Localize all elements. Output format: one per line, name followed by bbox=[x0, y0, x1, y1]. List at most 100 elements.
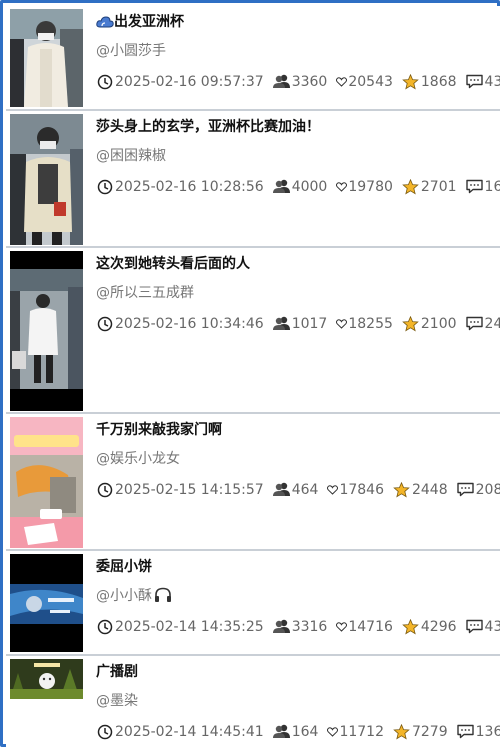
favorite-count[interactable]: 2701 bbox=[402, 178, 457, 195]
publish-time-text: 2025-02-14 14:35:25 bbox=[115, 618, 264, 635]
video-thumbnail[interactable] bbox=[10, 9, 83, 107]
video-title[interactable]: 千万别来敲我家门啊 bbox=[96, 419, 222, 439]
video-thumbnail[interactable] bbox=[10, 659, 83, 699]
publish-time: 2025-02-16 10:34:46 bbox=[96, 315, 264, 332]
publish-time-text: 2025-02-14 14:45:41 bbox=[115, 723, 264, 740]
people-icon bbox=[272, 618, 290, 635]
publish-time-text: 2025-02-16 10:34:46 bbox=[115, 315, 264, 332]
video-stats: 2025-02-14 14:45:41 164 11712 7279 1365 bbox=[96, 723, 500, 740]
comment-count-text: 1365 bbox=[475, 723, 500, 740]
author-name[interactable]: @娱乐小龙女 bbox=[96, 448, 180, 468]
watcher-count-text: 1017 bbox=[291, 315, 328, 332]
favorite-count-text: 7279 bbox=[411, 723, 448, 740]
video-thumbnail[interactable] bbox=[10, 114, 83, 245]
video-stats: 2025-02-14 14:35:25 3316 14716 4296 431 bbox=[96, 618, 500, 635]
people-icon bbox=[272, 315, 290, 332]
star-icon bbox=[393, 481, 410, 498]
author-name-text: @小小酥 bbox=[96, 588, 152, 604]
list-item[interactable]: 委屈小饼 @小小酥 2025-02-14 14:35:25 3316 14716 bbox=[6, 551, 500, 656]
publish-time-text: 2025-02-15 14:15:57 bbox=[115, 481, 264, 498]
video-stats: 2025-02-15 14:15:57 464 17846 2448 208 bbox=[96, 481, 500, 498]
watcher-count-text: 3316 bbox=[291, 618, 328, 635]
heart-icon bbox=[336, 73, 348, 90]
clock-icon bbox=[96, 481, 113, 498]
comment-count-text: 166 bbox=[484, 178, 500, 195]
favorite-count-text: 2100 bbox=[420, 315, 457, 332]
like-count-text: 11712 bbox=[339, 723, 384, 740]
comment-icon bbox=[456, 481, 474, 498]
clock-icon bbox=[96, 315, 113, 332]
cloud-icon bbox=[96, 15, 114, 33]
star-icon bbox=[402, 73, 419, 90]
like-count-text: 20543 bbox=[348, 73, 393, 90]
author-name[interactable]: @墨染 bbox=[96, 690, 138, 710]
video-thumbnail[interactable] bbox=[10, 251, 83, 411]
watcher-count: 3316 bbox=[272, 618, 328, 635]
like-count[interactable]: 20543 bbox=[336, 73, 393, 90]
comment-count[interactable]: 431 bbox=[465, 618, 500, 635]
favorite-count-text: 2448 bbox=[411, 481, 448, 498]
publish-time: 2025-02-15 14:15:57 bbox=[96, 481, 264, 498]
comment-count[interactable]: 208 bbox=[456, 481, 500, 498]
like-count[interactable]: 17846 bbox=[327, 481, 384, 498]
publish-time: 2025-02-14 14:45:41 bbox=[96, 723, 264, 740]
comment-icon bbox=[465, 73, 483, 90]
favorite-count[interactable]: 4296 bbox=[402, 618, 457, 635]
star-icon bbox=[402, 315, 419, 332]
list-item[interactable]: 千万别来敲我家门啊 @娱乐小龙女 2025-02-15 14:15:57 464… bbox=[6, 414, 500, 551]
comment-count-text: 433 bbox=[484, 73, 500, 90]
publish-time: 2025-02-14 14:35:25 bbox=[96, 618, 264, 635]
author-name[interactable]: @小圆莎手 bbox=[96, 40, 166, 60]
favorite-count[interactable]: 7279 bbox=[393, 723, 448, 740]
comment-count-text: 245 bbox=[484, 315, 500, 332]
feed-frame: 出发亚洲杯 @小圆莎手 2025-02-16 09:57:37 3360 205… bbox=[0, 0, 500, 747]
like-count[interactable]: 19780 bbox=[336, 178, 393, 195]
video-title[interactable]: 莎头身上的玄学，亚洲杯比赛加油！ bbox=[96, 116, 320, 136]
comment-count[interactable]: 166 bbox=[465, 178, 500, 195]
video-thumbnail[interactable] bbox=[10, 417, 83, 548]
video-stats: 2025-02-16 10:34:46 1017 18255 2100 245 bbox=[96, 315, 500, 332]
favorite-count[interactable]: 2448 bbox=[393, 481, 448, 498]
video-title[interactable]: 这次到她转头看后面的人 bbox=[96, 253, 250, 273]
video-title[interactable]: 委屈小饼 bbox=[96, 556, 152, 576]
like-count[interactable]: 11712 bbox=[327, 723, 384, 740]
favorite-count-text: 2701 bbox=[420, 178, 457, 195]
watcher-count: 1017 bbox=[272, 315, 328, 332]
favorite-count[interactable]: 2100 bbox=[402, 315, 457, 332]
comment-count[interactable]: 245 bbox=[465, 315, 500, 332]
clock-icon bbox=[96, 723, 113, 740]
like-count-text: 18255 bbox=[348, 315, 393, 332]
people-icon bbox=[272, 481, 290, 498]
favorite-count[interactable]: 1868 bbox=[402, 73, 457, 90]
watcher-count-text: 3360 bbox=[291, 73, 328, 90]
watcher-count: 164 bbox=[272, 723, 319, 740]
video-title[interactable]: 广播剧 bbox=[96, 661, 138, 681]
watcher-count: 4000 bbox=[272, 178, 327, 195]
publish-time: 2025-02-16 10:28:56 bbox=[96, 178, 264, 195]
heart-icon bbox=[336, 618, 348, 635]
comment-count-text: 431 bbox=[484, 618, 500, 635]
list-item[interactable]: 出发亚洲杯 @小圆莎手 2025-02-16 09:57:37 3360 205… bbox=[6, 6, 500, 111]
author-name[interactable]: @所以三五成群 bbox=[96, 282, 194, 302]
comment-icon bbox=[456, 723, 474, 740]
comment-count[interactable]: 1365 bbox=[456, 723, 500, 740]
comment-count-text: 208 bbox=[475, 481, 500, 498]
list-item[interactable]: 广播剧 @墨染 2025-02-14 14:45:41 164 11712 72 bbox=[6, 656, 500, 747]
video-thumbnail[interactable] bbox=[10, 554, 83, 652]
publish-time-text: 2025-02-16 10:28:56 bbox=[115, 178, 264, 195]
video-title-text: 出发亚洲杯 bbox=[114, 14, 184, 30]
author-name[interactable]: @小小酥 bbox=[96, 585, 172, 607]
watcher-count: 3360 bbox=[272, 73, 328, 90]
like-count[interactable]: 18255 bbox=[336, 315, 393, 332]
watcher-count: 464 bbox=[272, 481, 318, 498]
list-item[interactable]: 这次到她转头看后面的人 @所以三五成群 2025-02-16 10:34:46 … bbox=[6, 248, 500, 414]
author-name[interactable]: @困困辣椒 bbox=[96, 145, 166, 165]
like-count[interactable]: 14716 bbox=[336, 618, 393, 635]
heart-icon bbox=[327, 723, 339, 740]
people-icon bbox=[272, 723, 290, 740]
watcher-count-text: 164 bbox=[291, 723, 319, 740]
video-title[interactable]: 出发亚洲杯 bbox=[96, 11, 184, 33]
list-item[interactable]: 莎头身上的玄学，亚洲杯比赛加油！ @困困辣椒 2025-02-16 10:28:… bbox=[6, 111, 500, 248]
comment-count[interactable]: 433 bbox=[465, 73, 500, 90]
star-icon bbox=[402, 618, 419, 635]
